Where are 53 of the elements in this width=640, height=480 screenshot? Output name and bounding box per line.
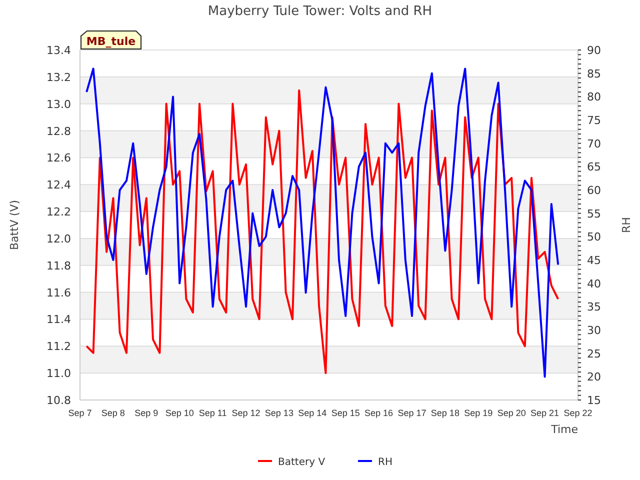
tick-label: Sep 18 <box>430 408 460 418</box>
tick-label: 13.0 <box>46 98 71 111</box>
tick-label: 11.4 <box>46 313 71 326</box>
tick-label: 75 <box>587 114 601 127</box>
chart-title: Mayberry Tule Tower: Volts and RH <box>208 4 432 19</box>
tick-label: Sep 11 <box>198 408 227 418</box>
axis-label: BattV (V) <box>8 200 21 250</box>
tick-label: Sep 10 <box>165 408 194 418</box>
tick-label: Sep 9 <box>134 408 158 418</box>
tick-label: Sep 15 <box>331 408 360 418</box>
tick-label: 12.4 <box>46 178 71 192</box>
tick-label: 50 <box>587 230 601 244</box>
tick-label: 40 <box>587 277 601 290</box>
tick-label: 12.2 <box>46 206 71 219</box>
axis-label: RH <box>620 217 633 233</box>
tick-label: 12.8 <box>46 124 71 138</box>
tick-label: 11.0 <box>46 367 71 380</box>
tick-label: Sep 21 <box>530 408 560 418</box>
tick-label: Sep 7 <box>68 408 92 418</box>
tick-label: 55 <box>587 207 601 220</box>
tick-label: 45 <box>587 254 601 267</box>
tick-label: Sep 14 <box>298 408 327 418</box>
tick-label: 15 <box>587 394 601 407</box>
tick-label: 20 <box>587 370 601 384</box>
tick-label: Sep 22 <box>564 408 592 418</box>
tick-label: Sep 16 <box>364 408 394 418</box>
tick-label: 11.8 <box>46 259 71 272</box>
legend-label: RH <box>378 457 392 468</box>
tick-label: Sep 17 <box>398 408 426 418</box>
tick-label: 90 <box>587 44 601 57</box>
tick-label: 65 <box>587 160 601 174</box>
tick-label: 12.6 <box>46 152 71 165</box>
tick-label: 60 <box>587 184 601 197</box>
tick-label: Sep 19 <box>464 408 493 418</box>
tick-label: Sep 13 <box>264 408 294 418</box>
tick-label: Sep 8 <box>101 408 125 418</box>
tick-label: 13.2 <box>46 70 71 84</box>
tick-label: 35 <box>587 300 601 314</box>
tick-label: 11.2 <box>46 340 71 354</box>
legend-label: Battery V <box>278 457 326 468</box>
tick-label: 10.8 <box>46 394 71 407</box>
tick-label: 30 <box>587 324 601 337</box>
tick-label: 13.4 <box>46 44 71 57</box>
site-label: MB_tule <box>80 30 142 50</box>
tick-label: 11.6 <box>46 286 71 300</box>
tick-label: 12.0 <box>46 232 71 246</box>
axis-label: Time <box>551 423 578 436</box>
tick-label: 25 <box>587 347 601 360</box>
tick-label: Sep 20 <box>497 408 526 418</box>
tick-label: 70 <box>587 137 601 150</box>
tick-label: 85 <box>587 67 601 80</box>
tick-label: Sep 12 <box>232 408 260 418</box>
tick-label: 80 <box>587 90 601 104</box>
